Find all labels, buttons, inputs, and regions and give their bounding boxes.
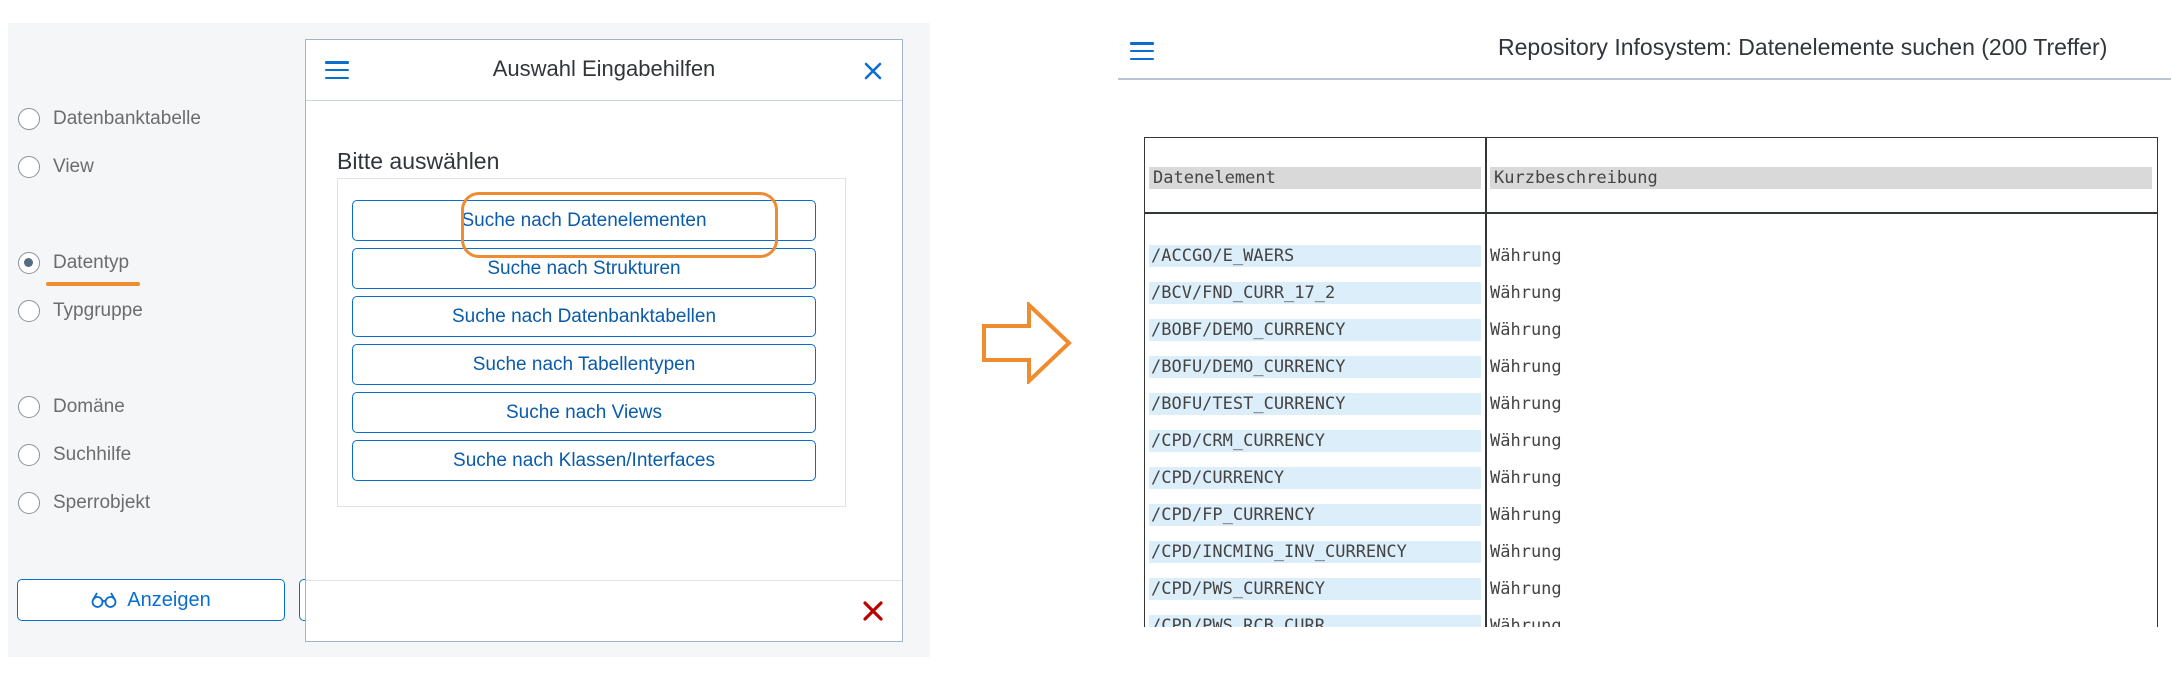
- data-element-cell[interactable]: /CPD/CURRENCY: [1149, 467, 1481, 489]
- radio-typgruppe[interactable]: Typgruppe: [18, 296, 143, 326]
- radio-view[interactable]: View: [18, 152, 94, 182]
- table-row[interactable]: /CPD/PWS_CURRENCY Währung: [1145, 570, 2157, 607]
- description-cell: Währung: [1490, 579, 1562, 599]
- radio-circle[interactable]: [18, 492, 40, 514]
- table-row[interactable]: /CPD/CURRENCY Währung: [1145, 459, 2157, 496]
- radio-circle[interactable]: [18, 156, 40, 178]
- table-row[interactable]: /CPD/CRM_CURRENCY Währung: [1145, 422, 2157, 459]
- table-row[interactable]: /BCV/FND_CURR_17_2 Währung: [1145, 274, 2157, 311]
- header-divider: [1145, 212, 2157, 214]
- column-header-datenelement[interactable]: Datenelement: [1149, 167, 1481, 189]
- radio-suchhilfe[interactable]: Suchhilfe: [18, 440, 131, 470]
- radio-label: Typgruppe: [53, 300, 143, 321]
- table-row[interactable]: /BOBF/DEMO_CURRENCY Währung: [1145, 311, 2157, 348]
- menu-icon[interactable]: [1130, 42, 1154, 60]
- data-element-cell[interactable]: /BOFU/TEST_CURRENCY: [1149, 393, 1481, 415]
- description-cell: Währung: [1490, 246, 1562, 266]
- data-element-cell[interactable]: /CPD/PWS_RCB_CURR: [1149, 615, 1481, 627]
- description-cell: Währung: [1490, 283, 1562, 303]
- radio-label: Sperrobjekt: [53, 492, 151, 513]
- data-element-cell[interactable]: /BOFU/DEMO_CURRENCY: [1149, 356, 1481, 378]
- table-row[interactable]: /CPD/PWS_RCB_CURR Währung: [1145, 607, 2157, 627]
- results-table: Datenelement Kurzbeschreibung /ACCGO/E_W…: [1144, 137, 2158, 627]
- radio-datentyp[interactable]: Datentyp: [18, 248, 129, 278]
- description-cell: Währung: [1490, 357, 1562, 377]
- highlight-underline: [46, 282, 140, 286]
- cancel-icon[interactable]: [859, 597, 887, 625]
- table-row[interactable]: /ACCGO/E_WAERS Währung: [1145, 237, 2157, 274]
- data-element-cell[interactable]: /CPD/INCMING_INV_CURRENCY: [1149, 541, 1481, 563]
- radio-domaene[interactable]: Domäne: [18, 392, 125, 422]
- data-element-cell[interactable]: /CPD/PWS_CURRENCY: [1149, 578, 1481, 600]
- dialog-header: Auswahl Eingabehilfen: [306, 40, 902, 101]
- radio-datenbanktabelle[interactable]: Datenbanktabelle: [18, 104, 201, 134]
- search-views-button[interactable]: Suche nach Views: [352, 392, 816, 433]
- dialog-title: Auswahl Eingabehilfen: [492, 56, 716, 81]
- data-element-cell[interactable]: /CPD/CRM_CURRENCY: [1149, 430, 1481, 452]
- radio-label: View: [53, 156, 94, 177]
- search-classes-interfaces-button[interactable]: Suche nach Klassen/Interfaces: [352, 440, 816, 481]
- data-element-cell[interactable]: /BCV/FND_CURR_17_2: [1149, 282, 1481, 304]
- data-element-cell[interactable]: /BOBF/DEMO_CURRENCY: [1149, 319, 1481, 341]
- dialog-footer: [306, 580, 902, 641]
- close-icon[interactable]: [860, 58, 886, 84]
- radio-sperrobjekt[interactable]: Sperrobjekt: [18, 488, 150, 518]
- input-help-dialog: Auswahl Eingabehilfen Bitte auswählen Su…: [305, 39, 903, 642]
- description-cell: Währung: [1490, 616, 1562, 627]
- table-row[interactable]: /BOFU/TEST_CURRENCY Währung: [1145, 385, 2157, 422]
- radio-label: Domäne: [53, 396, 125, 417]
- description-cell: Währung: [1490, 505, 1562, 525]
- dialog-subtitle: Bitte auswählen: [337, 148, 500, 174]
- radio-circle[interactable]: [18, 300, 40, 322]
- radio-circle[interactable]: [18, 108, 40, 130]
- highlight-ring: [461, 192, 778, 258]
- page-title: Repository Infosystem: Datenelemente suc…: [1498, 34, 2108, 60]
- radio-circle[interactable]: [18, 444, 40, 466]
- data-element-cell[interactable]: /ACCGO/E_WAERS: [1149, 245, 1481, 267]
- description-cell: Währung: [1490, 320, 1562, 340]
- radio-label: Suchhilfe: [53, 444, 132, 465]
- table-row[interactable]: /CPD/INCMING_INV_CURRENCY Währung: [1145, 533, 2157, 570]
- description-cell: Währung: [1490, 431, 1562, 451]
- search-options-group: Suche nach Datenelementen Suche nach Str…: [337, 178, 846, 507]
- search-table-types-button[interactable]: Suche nach Tabellentypen: [352, 344, 816, 385]
- radio-label: Datentyp: [53, 252, 130, 273]
- radio-circle-selected[interactable]: [18, 252, 40, 274]
- glasses-icon: [91, 592, 117, 608]
- description-cell: Währung: [1490, 468, 1562, 488]
- column-header-kurzbeschreibung[interactable]: Kurzbeschreibung: [1490, 167, 2152, 189]
- description-cell: Währung: [1490, 394, 1562, 414]
- radio-label: Datenbanktabelle: [53, 108, 201, 129]
- radio-circle[interactable]: [18, 396, 40, 418]
- anzeigen-label: Anzeigen: [127, 588, 211, 611]
- anzeigen-button[interactable]: Anzeigen: [17, 579, 285, 621]
- search-db-tables-button[interactable]: Suche nach Datenbanktabellen: [352, 296, 816, 337]
- header-divider: [1118, 78, 2171, 80]
- data-element-cell[interactable]: /CPD/FP_CURRENCY: [1149, 504, 1481, 526]
- table-row[interactable]: /BOFU/DEMO_CURRENCY Währung: [1145, 348, 2157, 385]
- arrow-right-icon: [982, 302, 1072, 384]
- description-cell: Währung: [1490, 542, 1562, 562]
- table-row[interactable]: /CPD/FP_CURRENCY Währung: [1145, 496, 2157, 533]
